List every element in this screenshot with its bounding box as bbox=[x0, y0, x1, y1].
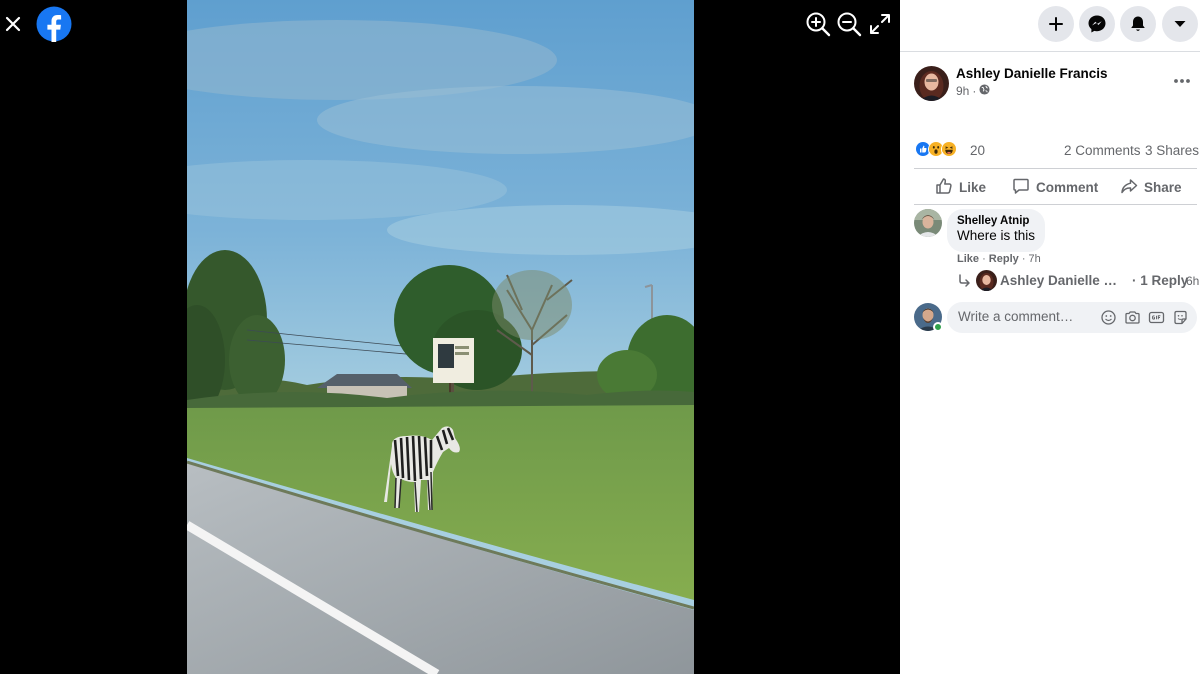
reply-author-avatar bbox=[976, 270, 997, 291]
photo-viewer bbox=[0, 0, 900, 674]
comment-action-separator: · bbox=[1018, 253, 1029, 265]
messenger-icon[interactable] bbox=[1079, 6, 1115, 42]
haha-reaction-icon bbox=[941, 141, 958, 158]
comment-like-link[interactable]: Like bbox=[957, 253, 979, 265]
camera-icon[interactable] bbox=[1124, 309, 1141, 326]
share-label: Share bbox=[1144, 179, 1182, 195]
online-status-dot bbox=[933, 322, 943, 332]
thumbs-up-icon bbox=[935, 177, 953, 198]
share-icon bbox=[1120, 177, 1138, 198]
post-time[interactable]: 9h bbox=[956, 84, 969, 98]
facebook-logo[interactable] bbox=[36, 6, 72, 42]
comment-actions: Like · Reply · 7h bbox=[957, 253, 1041, 265]
reply-arrow-icon bbox=[957, 274, 971, 293]
comments-count[interactable]: 2 Comments bbox=[1064, 143, 1141, 158]
globe-icon bbox=[979, 84, 990, 98]
reaction-icons[interactable] bbox=[915, 141, 958, 158]
reply-count[interactable]: · 1 Reply bbox=[1132, 273, 1188, 288]
comment-composer bbox=[947, 302, 1197, 333]
comment-icon bbox=[1012, 177, 1030, 198]
comment-time[interactable]: 7h bbox=[1029, 253, 1041, 265]
comment-reply-link[interactable]: Reply bbox=[989, 253, 1019, 265]
share-button[interactable]: Share bbox=[1120, 169, 1182, 205]
emoji-icon[interactable] bbox=[1100, 309, 1117, 326]
fullscreen-icon[interactable] bbox=[866, 10, 894, 38]
like-button[interactable]: Like bbox=[935, 169, 986, 205]
comment-label: Comment bbox=[1036, 179, 1099, 195]
view-replies-row[interactable]: Ashley Danielle Francis · 1 Reply 6h bbox=[957, 270, 1200, 292]
comment-input[interactable] bbox=[958, 309, 1098, 324]
author-name[interactable]: Ashley Danielle Francis bbox=[956, 66, 1108, 81]
gif-icon[interactable] bbox=[1148, 309, 1165, 326]
meta-separator: · bbox=[972, 84, 977, 98]
comment-action-separator: · bbox=[979, 253, 989, 265]
post-sidebar: Ashley Danielle Francis 9h · 20 2 Commen… bbox=[900, 0, 1200, 674]
account-menu-icon[interactable] bbox=[1162, 6, 1198, 42]
zoom-in-icon[interactable] bbox=[804, 10, 832, 38]
reply-author-name[interactable]: Ashley Danielle Francis bbox=[1000, 273, 1125, 288]
like-label: Like bbox=[959, 179, 987, 195]
shares-count[interactable]: 3 Shares bbox=[1145, 143, 1199, 158]
comment-button[interactable]: Comment bbox=[1012, 169, 1098, 205]
post-meta: 9h · bbox=[956, 84, 990, 98]
more-options-icon[interactable] bbox=[1170, 72, 1194, 90]
zoom-out-icon[interactable] bbox=[835, 10, 863, 38]
notifications-icon[interactable] bbox=[1120, 6, 1156, 42]
post-photo bbox=[107, 0, 747, 674]
create-icon[interactable] bbox=[1038, 6, 1074, 42]
reaction-count[interactable]: 20 bbox=[970, 143, 985, 158]
comment-text: Where is this bbox=[957, 228, 1036, 243]
sticker-icon[interactable] bbox=[1172, 309, 1189, 326]
post-action-bar: Like Comment Share bbox=[914, 168, 1197, 205]
close-icon[interactable] bbox=[2, 10, 24, 38]
author-avatar[interactable] bbox=[914, 66, 949, 101]
top-navigation bbox=[900, 0, 1200, 52]
commenter-name[interactable]: Shelley Atnip bbox=[957, 215, 1035, 227]
current-user-avatar[interactable] bbox=[914, 303, 943, 332]
comment-bubble: Shelley Atnip Where is this bbox=[947, 209, 1046, 252]
commenter-avatar[interactable] bbox=[914, 209, 942, 237]
reply-time: 6h bbox=[1186, 274, 1200, 288]
